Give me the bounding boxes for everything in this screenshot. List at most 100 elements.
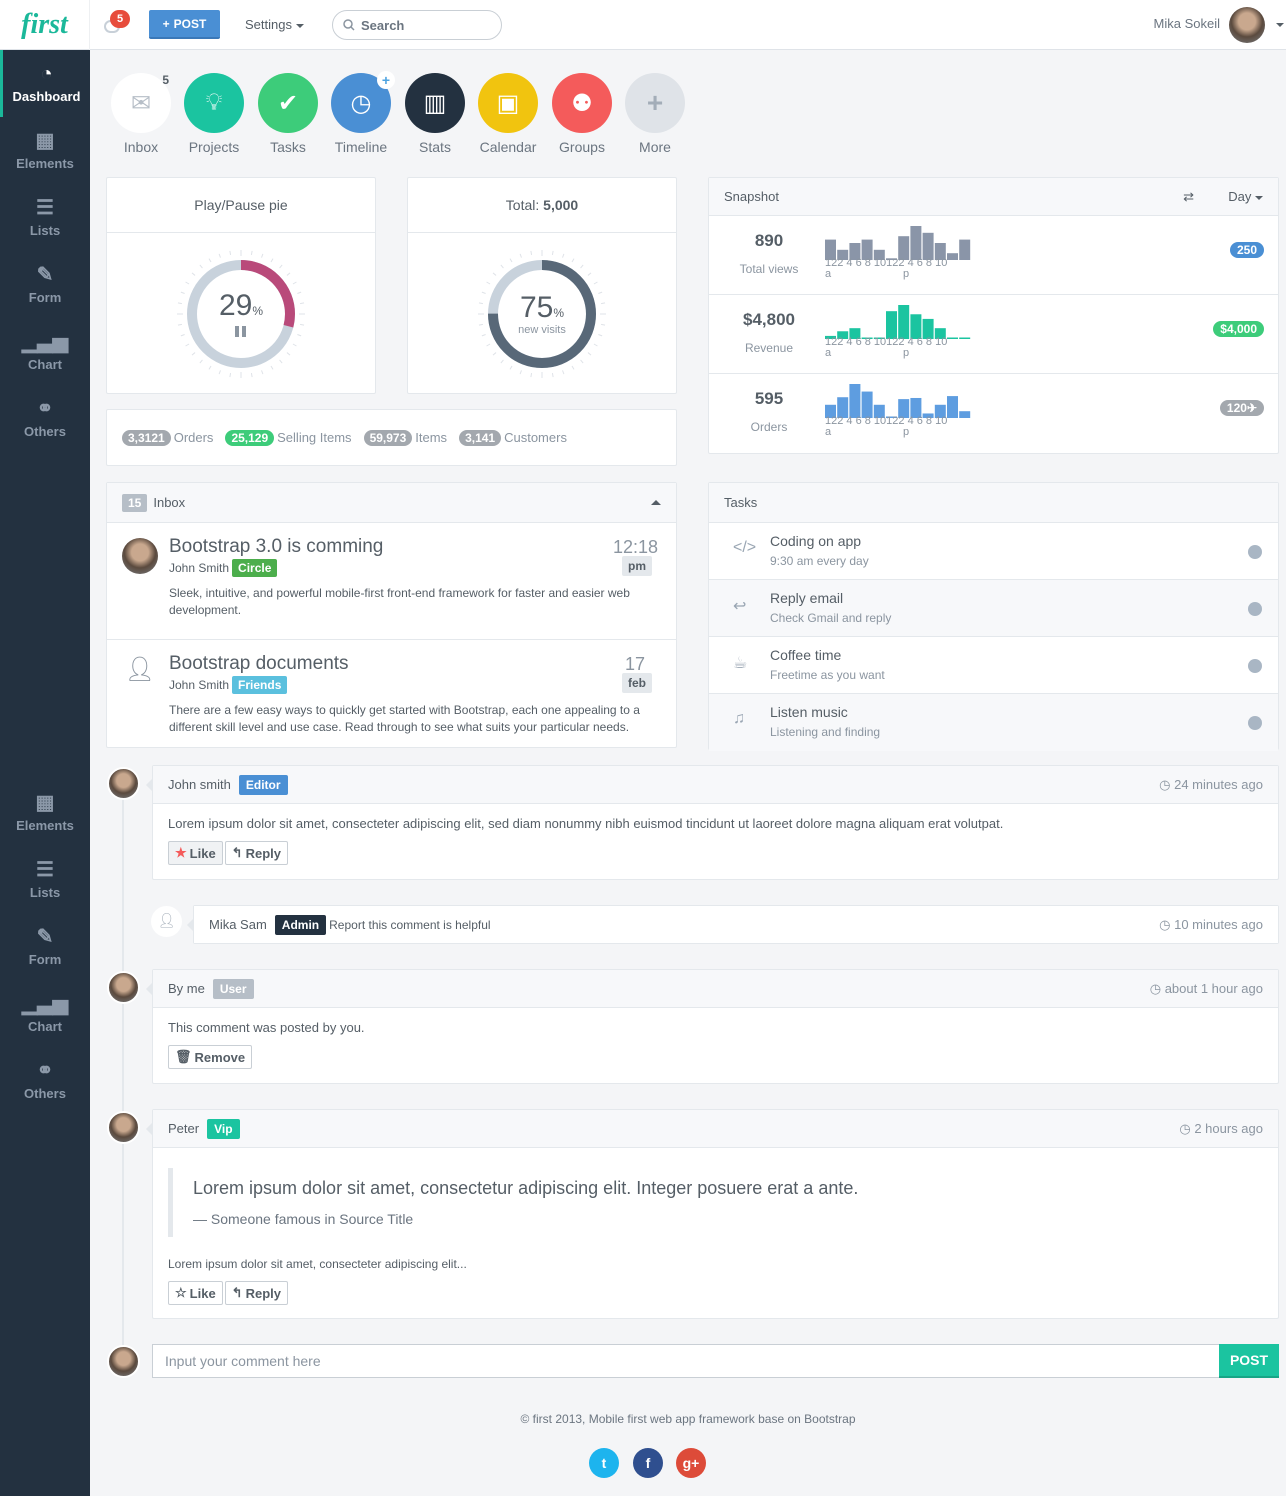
tick-mark [519, 369, 522, 374]
sparkline-bar [922, 232, 934, 260]
google-plus-icon[interactable]: g+ [676, 1448, 706, 1478]
tick-mark [551, 372, 554, 377]
comment-author[interactable]: John smith [168, 777, 231, 792]
sidebar-item-chart-2[interactable]: ▁▃▅ Chart [0, 980, 90, 1047]
snapshot-row: $4,800 Revenue 122 4 6 8 10122 4 6 8 10 a p $… [709, 295, 1278, 374]
sidebar-item-elements-2[interactable]: ▦ Elements [0, 779, 90, 846]
task-item[interactable]: ☕︎ Coffee time Freetime as you want [709, 637, 1278, 694]
list-icon: ☰ [36, 859, 54, 881]
sidebar-item-others[interactable]: ⚭ Others [0, 385, 90, 452]
shortcut-groups[interactable]: ⚉ Groups [552, 73, 612, 155]
shortcut-projects[interactable]: 💡︎ Projects [184, 73, 244, 155]
settings-dropdown[interactable]: Settings [245, 17, 304, 32]
refresh-icon[interactable]: ⇄ [1183, 189, 1194, 205]
tick-mark [229, 250, 232, 255]
tick-mark [180, 333, 185, 336]
sidebar-item-dashboard[interactable]: ◔ Dashboard [0, 50, 90, 117]
post-comment-button[interactable]: POST [1219, 1344, 1279, 1378]
stats-summary-panel: 3,3121 Orders 25,129 Selling Items 59,973 I… [106, 409, 677, 466]
dashboard-icon: ◔ [40, 63, 53, 85]
snapshot-row: 595 Orders 122 4 6 8 10122 4 6 8 10 a p 120✈ [709, 374, 1278, 453]
remove-button[interactable]: 🗑︎ Remove [168, 1045, 253, 1069]
sidebar-item-form[interactable]: ✎ Form [0, 251, 90, 318]
message-subject[interactable]: Bootstrap documents [169, 653, 349, 675]
period-dropdown[interactable]: Day [1228, 189, 1263, 204]
notifications-button[interactable]: 5 [102, 10, 130, 38]
shortcut-stats[interactable]: ▥ Stats [405, 73, 465, 155]
stat-customers: 3,141 Customers [459, 429, 567, 446]
shortcut-inbox[interactable]: ✉ 5 Inbox [111, 73, 171, 155]
twitter-icon[interactable]: t [589, 1448, 619, 1478]
logo[interactable]: first [0, 0, 90, 50]
task-item[interactable]: </> Coding on app 9:30 am every day [709, 523, 1278, 580]
task-item[interactable]: ↩ Reply email Check Gmail and reply [709, 580, 1278, 637]
shortcut-more[interactable]: + More [625, 73, 685, 155]
comment-author[interactable]: Peter [168, 1121, 199, 1136]
code-icon: </> [733, 539, 757, 556]
pause-icon[interactable] [219, 326, 263, 337]
sidebar-item-elements[interactable]: ▦ Elements [0, 117, 90, 184]
post-button[interactable]: + POST [149, 10, 220, 39]
task-status-dot[interactable] [1248, 602, 1262, 616]
facebook-icon[interactable]: f [633, 1448, 663, 1478]
calendar-icon: ▣ [478, 73, 538, 133]
tick-mark [191, 271, 196, 276]
sparkline-bar [947, 337, 958, 339]
like-button[interactable]: ☆ Like [168, 1281, 223, 1305]
stat-orders: 3,3121 Orders [122, 429, 213, 446]
snapshot-badge: 120✈ [1219, 400, 1264, 416]
task-item[interactable]: ♫ Listen music Listening and finding [709, 694, 1278, 751]
sidebar-item-chart[interactable]: ▁▃▅ Chart [0, 318, 90, 385]
user-menu-caret-icon[interactable] [1276, 23, 1284, 27]
like-button[interactable]: ★ Like [168, 841, 223, 865]
inbox-message[interactable]: Bootstrap 3.0 is comming John Smith Circl… [107, 523, 676, 640]
message-subject[interactable]: Bootstrap 3.0 is comming [169, 536, 383, 558]
music-icon: ♫ [733, 710, 745, 727]
sparkline-bar [910, 226, 922, 260]
task-status-dot[interactable] [1248, 716, 1262, 730]
user-name[interactable]: Mika Sokeil [1154, 16, 1220, 31]
task-status-dot[interactable] [1248, 659, 1262, 673]
tick-mark [481, 291, 486, 294]
comment-author[interactable]: Mika Sam [209, 917, 267, 932]
sparkline-bar [959, 239, 971, 260]
sparkline-axis: 122 4 6 8 10122 4 6 8 10 a p [825, 257, 948, 280]
star-outline-icon: ☆ [175, 1285, 187, 1300]
shortcut-calendar[interactable]: ▣ Calendar [478, 73, 538, 155]
snapshot-badge: 250 [1229, 242, 1264, 258]
tick-mark [492, 351, 497, 356]
search-input[interactable] [361, 17, 481, 33]
tick-mark [593, 343, 598, 346]
snapshot-badge: $4,000 [1213, 321, 1264, 337]
shortcut-tasks[interactable]: ✔ Tasks [258, 73, 318, 155]
message-tag: Friends [232, 676, 288, 694]
collapse-icon[interactable] [651, 500, 661, 505]
message-time: 17 [624, 654, 645, 674]
sidebar-item-form-2[interactable]: ✎ Form [0, 913, 90, 980]
task-status-dot[interactable] [1248, 545, 1262, 559]
comment-input[interactable] [152, 1344, 1219, 1378]
reply-button[interactable]: ↰ Reply [224, 841, 288, 865]
edit-icon: ✎ [36, 926, 54, 948]
inbox-message[interactable]: 👤︎ Bootstrap documents John Smith Friends… [107, 640, 676, 747]
tick-mark [250, 250, 253, 255]
search-box[interactable] [332, 10, 502, 40]
sidebar-item-lists-2[interactable]: ☰ Lists [0, 846, 90, 913]
tick-mark [530, 372, 533, 377]
shortcut-timeline[interactable]: ◷ + Timeline [331, 71, 395, 155]
signal-icon: ▁▃▅ [21, 331, 69, 353]
sidebar-item-lists[interactable]: ☰ Lists [0, 184, 90, 251]
tick-mark [300, 301, 305, 304]
message-body: Sleek, intuitive, and powerful mobile-fi… [169, 586, 630, 617]
users-icon: ⚉ [552, 73, 612, 133]
tick-mark [593, 281, 598, 284]
comment-author[interactable]: By me [168, 981, 205, 996]
user-avatar[interactable] [1229, 7, 1265, 43]
comment: John smith Editor ◷ 24 minutes ago Lorem i… [146, 765, 1279, 880]
sparkline-bar [959, 411, 971, 418]
tick-mark [300, 323, 305, 326]
reply-button[interactable]: ↰ Reply [224, 1281, 288, 1305]
sidebar-item-others-2[interactable]: ⚭ Others [0, 1047, 90, 1114]
footer-text: © first 2013, Mobile first web app frame… [520, 1412, 856, 1426]
tick-mark [261, 369, 264, 374]
